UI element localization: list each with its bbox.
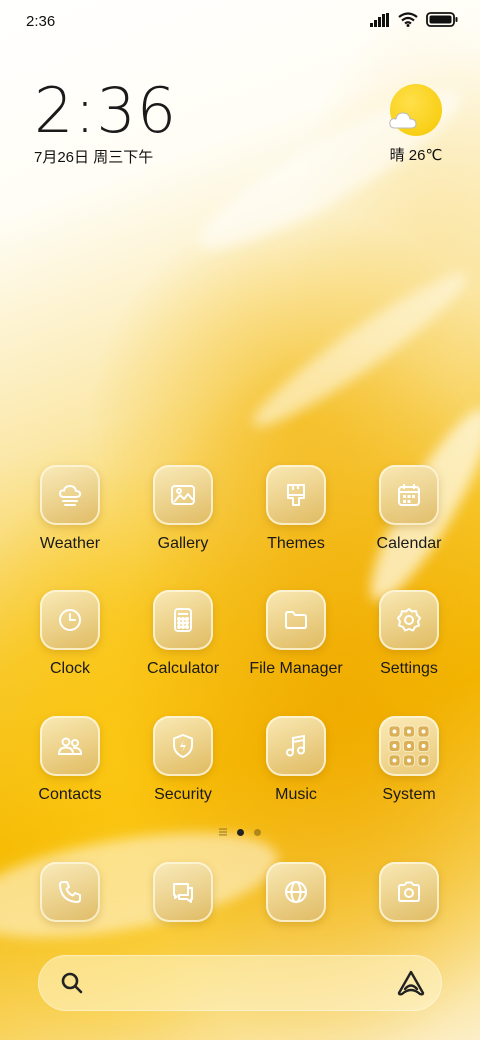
gallery-icon [153, 465, 213, 525]
gear-icon [379, 590, 439, 650]
app-label: Settings [380, 660, 438, 677]
app-contacts[interactable]: Contacts [15, 716, 125, 804]
app-label: File Manager [249, 660, 343, 677]
sun-cloud-icon [389, 84, 442, 136]
app-calculator[interactable]: Calculator [128, 590, 238, 678]
app-label: Music [275, 786, 317, 803]
dock-phone[interactable] [15, 862, 125, 922]
themes-icon [266, 465, 326, 525]
phone-icon [40, 862, 100, 922]
app-music[interactable]: Music [241, 716, 351, 804]
app-label: System [382, 786, 436, 803]
browser-icon [266, 862, 326, 922]
widget-time: 2:36 [34, 74, 178, 147]
app-label: Weather [39, 535, 101, 552]
contacts-icon [40, 716, 100, 776]
messages-icon [153, 862, 213, 922]
clock-icon [40, 590, 100, 650]
app-label: Contacts [38, 786, 102, 803]
app-weather[interactable]: Weather [15, 465, 125, 553]
clock-widget[interactable]: 2:36 7月26日 周三下午 [34, 78, 177, 167]
app-gallery[interactable]: Gallery [128, 465, 238, 553]
dock-browser[interactable] [241, 862, 351, 922]
battery-icon [426, 12, 458, 27]
widget-date: 7月26日 周三下午 [34, 149, 154, 166]
page-dot-active [237, 828, 244, 836]
app-clock[interactable]: Clock [15, 590, 125, 678]
list-icon [219, 828, 227, 836]
dock-messages[interactable] [128, 862, 238, 922]
folder-grid-icon [379, 716, 439, 776]
app-calendar[interactable]: Calendar [354, 465, 464, 553]
music-icon [266, 716, 326, 776]
app-label: Gallery [157, 535, 209, 552]
weather-icon [40, 465, 100, 525]
status-bar: 2:36 [0, 0, 480, 42]
shield-icon [153, 716, 213, 776]
app-themes[interactable]: Themes [241, 465, 351, 553]
calendar-icon [379, 465, 439, 525]
app-security[interactable]: Security [128, 716, 238, 804]
calculator-icon [153, 590, 213, 650]
app-label: Clock [49, 660, 90, 677]
app-label: Calculator [146, 660, 220, 677]
status-icons [370, 12, 458, 27]
wallpaper-streak [242, 259, 478, 441]
search-icon [61, 972, 83, 994]
assistant-icon[interactable] [396, 969, 426, 997]
search-bar[interactable] [38, 955, 442, 1011]
app-label: Calendar [376, 535, 442, 552]
dock-camera[interactable] [354, 862, 464, 922]
app-system-folder[interactable]: System [354, 716, 464, 804]
page-dot [254, 828, 261, 836]
status-time: 2:36 [26, 13, 56, 30]
weather-widget[interactable]: 晴 26℃ [386, 84, 446, 165]
app-settings[interactable]: Settings [354, 590, 464, 678]
weather-temperature: 晴 26℃ [389, 147, 443, 164]
folder-icon [266, 590, 326, 650]
camera-icon [379, 862, 439, 922]
app-label: Security [154, 786, 212, 803]
app-label: Themes [267, 535, 325, 552]
signal-icon [370, 12, 389, 27]
page-indicator[interactable] [0, 828, 480, 836]
wifi-icon [398, 12, 418, 27]
app-file-manager[interactable]: File Manager [241, 590, 351, 678]
